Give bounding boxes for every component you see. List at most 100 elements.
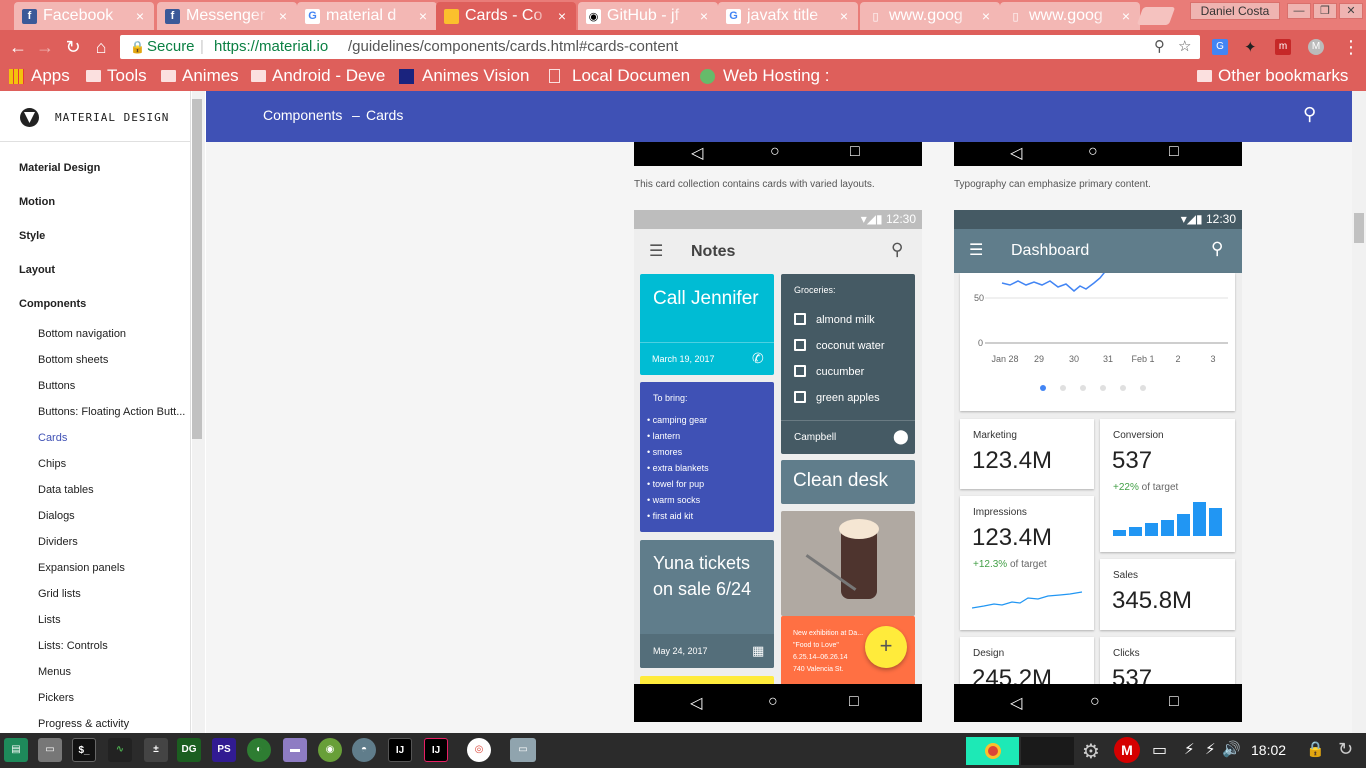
sidebar-scrollbar[interactable]: [192, 91, 205, 733]
scroll-thumb[interactable]: [1354, 213, 1364, 243]
phpstorm-icon[interactable]: PS: [212, 738, 236, 762]
back-icon[interactable]: ←: [8, 37, 28, 57]
material-logo-icon[interactable]: [20, 108, 39, 127]
sidebar-category[interactable]: Style: [19, 230, 45, 242]
minimize-button[interactable]: —: [1287, 3, 1311, 19]
other-bookmarks[interactable]: Other bookmarks: [1197, 66, 1348, 86]
browser-tab[interactable]: Gjavafx title ×: [718, 2, 858, 30]
search-icon[interactable]: ⚲: [1303, 104, 1316, 125]
sidebar-item[interactable]: Progress & activity: [38, 718, 129, 730]
close-tab-icon[interactable]: ×: [417, 8, 429, 24]
page-scrollbar[interactable]: [1352, 91, 1366, 733]
system-monitor-icon[interactable]: ∿: [108, 738, 132, 762]
sidebar-item[interactable]: Lists: [38, 614, 61, 626]
account-extension-icon[interactable]: M: [1308, 39, 1324, 55]
browser-tab[interactable]: ▯ www.goog ×: [1000, 2, 1140, 30]
volume-icon[interactable]: 🔊: [1222, 740, 1241, 758]
postgres-icon[interactable]: ◓: [352, 738, 376, 762]
sidebar-category[interactable]: Material Design: [19, 162, 100, 174]
forward-icon[interactable]: →: [35, 37, 55, 57]
sidebar-item[interactable]: Lists: Controls: [38, 640, 108, 652]
intellij-icon[interactable]: IJ: [424, 738, 448, 762]
browser-tab[interactable]: f Messenger ×: [157, 2, 297, 30]
metric-value: 537: [1112, 447, 1153, 474]
terminal-icon[interactable]: $_: [72, 738, 96, 762]
reload-icon[interactable]: ↻: [63, 37, 83, 57]
sidebar-category[interactable]: Motion: [19, 196, 55, 208]
maximize-button[interactable]: ❐: [1313, 3, 1337, 19]
lock-screen-icon[interactable]: 🔒: [1306, 740, 1325, 758]
close-tab-icon[interactable]: ×: [980, 8, 992, 24]
home-icon[interactable]: ⌂: [91, 37, 111, 57]
close-tab-icon[interactable]: ×: [277, 8, 289, 24]
sidebar-item[interactable]: Bottom sheets: [38, 354, 108, 366]
window-icon[interactable]: ▭: [510, 738, 536, 762]
scroll-thumb[interactable]: [192, 99, 202, 439]
sidebar-item[interactable]: Grid lists: [38, 588, 81, 600]
notification-icon[interactable]: ▭: [1152, 740, 1167, 760]
chrome-icon[interactable]: ◎: [467, 738, 491, 762]
clock[interactable]: 18:02: [1251, 742, 1286, 758]
sidebar-item[interactable]: Buttons: Floating Action Butt...: [38, 406, 185, 418]
active-window-chrome[interactable]: [966, 737, 1019, 765]
datagrip-icon[interactable]: DG: [177, 738, 201, 762]
sidebar-item[interactable]: Bottom navigation: [38, 328, 126, 340]
battery-icon[interactable]: ⚡: [1205, 740, 1216, 758]
zoom-icon[interactable]: ⚲: [1154, 35, 1165, 59]
browser-tab[interactable]: Cards - Co ×: [436, 2, 576, 30]
folder-icon[interactable]: ▬: [283, 738, 307, 762]
sidebar-item[interactable]: Cards: [38, 432, 67, 444]
sidebar-item[interactable]: Buttons: [38, 380, 75, 392]
bookmark-web-hosting[interactable]: Web Hosting :: [700, 66, 829, 86]
profile-button[interactable]: Daniel Costa: [1190, 2, 1280, 20]
sidebar-category[interactable]: Components: [19, 298, 86, 310]
address-bar[interactable]: 🔒 Secure | https://material.io /guidelin…: [120, 35, 1200, 59]
logout-icon[interactable]: ↻: [1338, 739, 1353, 760]
close-tab-icon[interactable]: ×: [1120, 8, 1132, 24]
browser-tab[interactable]: ◉ GitHub - jf ×: [578, 2, 718, 30]
star-icon[interactable]: ☆: [1178, 35, 1191, 59]
sidebar-item[interactable]: Data tables: [38, 484, 94, 496]
translate-icon[interactable]: G: [1212, 39, 1228, 55]
sidebar-item[interactable]: Dialogs: [38, 510, 75, 522]
bookmark-animes-vision[interactable]: Animes Vision: [399, 66, 529, 86]
intellij-icon[interactable]: IJ: [388, 738, 412, 762]
sidebar-item[interactable]: Expansion panels: [38, 562, 125, 574]
android-studio-icon[interactable]: ◉: [318, 738, 342, 762]
close-tab-icon[interactable]: ×: [134, 8, 146, 24]
sidebar-item[interactable]: Chips: [38, 458, 66, 470]
close-tab-icon[interactable]: ×: [556, 8, 568, 24]
material-icon: [444, 8, 459, 24]
file-manager-icon[interactable]: ▭: [38, 738, 62, 762]
bookmark-animes[interactable]: Animes: [161, 66, 239, 86]
exhibit-line: 740 Valencia St.: [793, 666, 844, 673]
mega-extension-icon[interactable]: m: [1275, 39, 1291, 55]
new-tab-button[interactable]: [1136, 7, 1176, 25]
browser-tab[interactable]: Gmaterial d ×: [297, 2, 437, 30]
browser-tab[interactable]: ▯ www.goog ×: [860, 2, 1000, 30]
sidebar-category[interactable]: Layout: [19, 264, 55, 276]
bookmark-apps[interactable]: Apps: [9, 66, 70, 86]
sidebar-item[interactable]: Dividers: [38, 536, 78, 548]
mega-tray-icon[interactable]: M: [1114, 737, 1140, 763]
close-tab-icon[interactable]: ×: [698, 8, 710, 24]
bookmark-tools[interactable]: Tools: [86, 66, 147, 86]
app-icon[interactable]: ◐: [247, 738, 271, 762]
bookmark-local-docs[interactable]: Local Documen: [549, 66, 690, 86]
brand-title[interactable]: MATERIAL DESIGN: [55, 111, 169, 124]
close-window-button[interactable]: ✕: [1339, 3, 1363, 19]
sidebar-item[interactable]: Pickers: [38, 692, 74, 704]
workspace-indicator[interactable]: [1021, 737, 1074, 765]
settings-gear-icon[interactable]: ⚙: [1082, 739, 1100, 764]
menu-icon[interactable]: ⋮: [1342, 37, 1360, 58]
power-icon[interactable]: ⚡: [1184, 740, 1195, 758]
breadcrumb-section[interactable]: Components: [263, 107, 342, 123]
browser-tab[interactable]: f Facebook ×: [14, 2, 154, 30]
delta-suffix: of target: [1007, 559, 1047, 570]
close-tab-icon[interactable]: ×: [838, 8, 850, 24]
calculator-icon[interactable]: ±: [144, 738, 168, 762]
extension-icon[interactable]: ✦: [1244, 38, 1257, 56]
start-menu-icon[interactable]: ▤: [4, 738, 28, 762]
sidebar-item[interactable]: Menus: [38, 666, 71, 678]
bookmark-android[interactable]: Android - Deve: [251, 66, 385, 86]
